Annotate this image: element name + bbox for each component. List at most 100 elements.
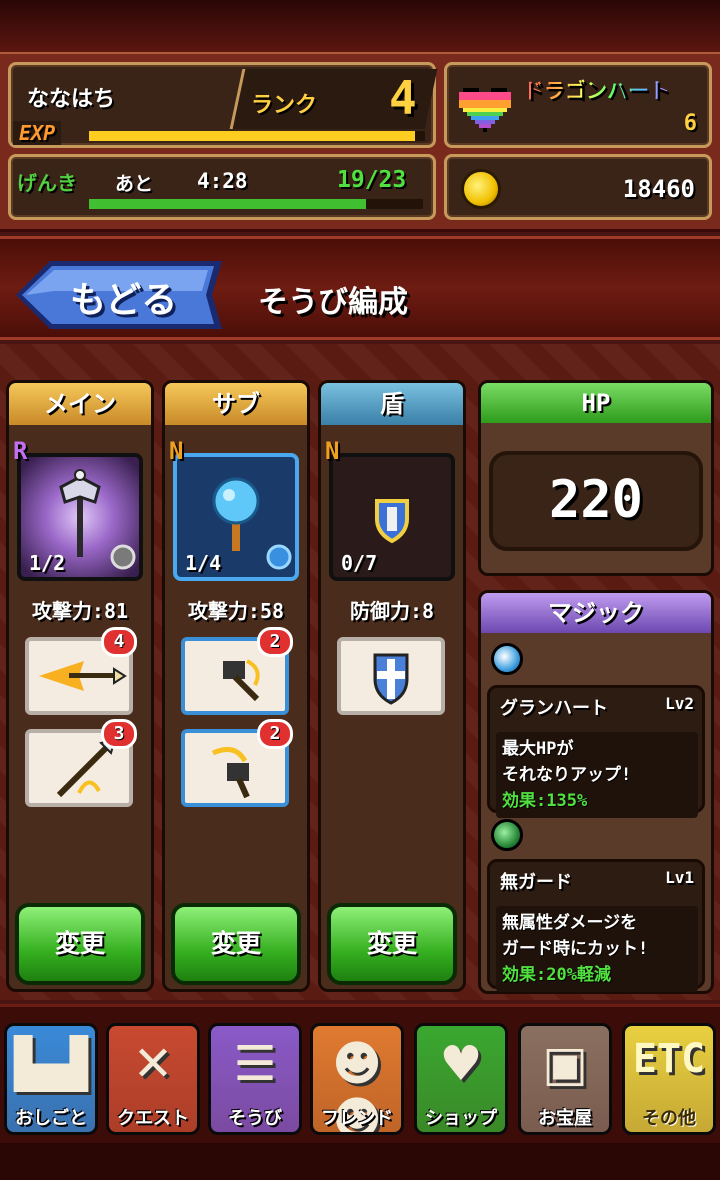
magic-card[interactable]: 無ガード Lv1 無属性ダメージを ガード時にカット! 効果:20%軽減	[487, 859, 705, 992]
exp-bar	[89, 131, 425, 141]
attack-stat: 攻撃力:58	[187, 599, 285, 623]
main-weapon-column: メイン R 1/2 攻撃力:81 4 3 変更	[6, 380, 154, 992]
nav-other[interactable]: ETC その他	[622, 1023, 716, 1135]
rank-label: ランク	[251, 93, 318, 118]
shield-skill-card[interactable]	[337, 637, 445, 715]
rainbow-heart-icon	[459, 88, 511, 132]
skill-card[interactable]: 4	[25, 627, 137, 715]
sub-weapon-column: サブ N 1/4 攻撃力:58 2 2 変更	[162, 380, 310, 992]
exp-label: EXP	[13, 121, 62, 145]
rarity-badge: N	[169, 437, 184, 465]
magic-desc-line: それなりアップ!	[502, 765, 632, 785]
hp-panel: HP 220	[478, 380, 714, 576]
swords-icon: ✕	[132, 1036, 174, 1092]
shield-slot[interactable]: 0/7	[329, 453, 455, 581]
magic-effect: 効果:20%軽減	[502, 965, 611, 985]
hp-label: HP	[481, 383, 711, 423]
magic-name: グランハート	[500, 698, 608, 719]
nav-bottom-strip	[0, 1143, 720, 1180]
sub-weapon-slot[interactable]: 1/4	[173, 453, 299, 581]
nav-label: フレンド	[321, 1108, 393, 1129]
magic-desc-line: ガード時にカット!	[502, 939, 649, 959]
column-title: メイン	[9, 383, 151, 425]
magic-level: Lv1	[665, 868, 694, 887]
column-title: サブ	[165, 383, 307, 425]
defense-stat: 防御力:8	[349, 599, 435, 623]
rank-value: 4	[389, 71, 417, 125]
dragon-heart-label: ドラゴンハート	[523, 75, 670, 105]
magic-description: 最大HPが それなりアップ! 効果:135%	[496, 732, 698, 818]
magic-effect: 効果:135%	[502, 791, 588, 811]
weapon-level: 1/4	[185, 551, 222, 575]
skill-card[interactable]: 2	[181, 627, 293, 715]
stamina-panel: げんき あと 4:28 19/23	[8, 154, 436, 220]
magic-name: 無ガード	[500, 872, 572, 893]
dragon-heart-count: 6	[683, 111, 697, 136]
nav-quest[interactable]: ✕ クエスト	[106, 1023, 200, 1135]
nav-equipment[interactable]: ☰ そうび	[208, 1023, 302, 1135]
nav-treasure[interactable]: ▣ お宝屋	[518, 1023, 612, 1135]
nav-jobs[interactable]: ▙▟ おしごと	[4, 1023, 98, 1135]
stamina-count: 19/23	[337, 167, 407, 193]
magic-desc-line: 無属性ダメージを	[502, 913, 638, 933]
player-name: ななはち	[27, 87, 116, 112]
change-main-button[interactable]: 変更	[15, 903, 145, 985]
skill-card[interactable]: 3	[25, 719, 137, 807]
skill-level-badge: 2	[257, 627, 293, 657]
column-title: 盾	[321, 383, 463, 425]
gold-panel: 18460	[444, 154, 712, 220]
stamina-remaining-label: あと	[115, 173, 154, 195]
magic-title: マジック	[481, 593, 711, 633]
magic-level: Lv2	[665, 694, 694, 713]
magic-orb-icon	[491, 643, 523, 675]
page-header: もどる そうび編成	[0, 236, 720, 340]
magic-card[interactable]: グランハート Lv2 最大HPが それなりアップ! 効果:135%	[487, 685, 705, 818]
nav-friends[interactable]: ☻☻ フレンド	[310, 1023, 404, 1135]
castle-icon: ▙▟	[14, 1036, 88, 1092]
change-shield-button[interactable]: 変更	[327, 903, 457, 985]
stamina-bar	[89, 199, 423, 209]
cross-shield-icon	[373, 653, 409, 705]
dragon-heart-panel[interactable]: ドラゴンハート 6	[444, 62, 712, 148]
chest-icon: ▣	[542, 1036, 588, 1092]
back-label: もどる	[70, 280, 178, 321]
skill-card[interactable]: 2	[181, 719, 293, 807]
nav-label: その他	[642, 1108, 696, 1129]
hp-value: 220	[489, 451, 703, 551]
bottom-nav: ▙▟ おしごと ✕ クエスト ☰ そうび ☻☻ フレンド ♥ ショップ ▣ お宝…	[0, 1004, 720, 1180]
weapon-level: 1/2	[29, 551, 66, 575]
stamina-fill	[89, 199, 367, 209]
main-weapon-slot[interactable]: 1/2	[17, 453, 143, 581]
shield-column: 盾 N 0/7 防御力:8 変更	[318, 380, 466, 992]
magic-description: 無属性ダメージを ガード時にカット! 効果:20%軽減	[496, 906, 698, 992]
back-button[interactable]: もどる	[16, 261, 222, 329]
shield-level: 0/7	[341, 551, 378, 575]
heart-icon: ♥	[439, 1036, 483, 1092]
gold-count: 18460	[622, 175, 695, 203]
equipment-area: メイン R 1/2 攻撃力:81 4 3 変更 サブ N 1/4 攻撃力:58 …	[0, 344, 720, 1000]
skill-level-badge: 4	[101, 627, 137, 657]
stamina-label: げんき	[17, 171, 77, 195]
rarity-badge: R	[13, 437, 28, 465]
nav-label: ショップ	[425, 1108, 497, 1129]
rarity-badge: N	[325, 437, 340, 465]
list-icon: ☰	[233, 1036, 277, 1092]
nav-label: お宝屋	[538, 1108, 592, 1129]
nav-label: そうび	[228, 1108, 282, 1129]
nav-label: クエスト	[117, 1108, 189, 1129]
magic-panel: マジック グランハート Lv2 最大HPが それなりアップ! 効果:135% 無…	[478, 590, 714, 994]
change-sub-button[interactable]: 変更	[171, 903, 301, 985]
page-title: そうび編成	[258, 285, 408, 320]
status-bar: ななはち ランク 4 EXP げんき あと 4:28 19/23 ドラゴンハート…	[0, 52, 720, 232]
attack-stat: 攻撃力:81	[31, 599, 129, 623]
magic-orb-icon	[491, 819, 523, 851]
nav-label: おしごと	[15, 1108, 87, 1129]
coin-icon	[461, 169, 501, 209]
etc-icon: ETC	[632, 1036, 706, 1082]
magic-desc-line: 最大HPが	[502, 739, 574, 759]
exp-fill	[89, 131, 415, 141]
nav-shop[interactable]: ♥ ショップ	[414, 1023, 508, 1135]
skill-level-badge: 3	[101, 719, 137, 749]
skill-level-badge: 2	[257, 719, 293, 749]
stamina-timer: 4:28	[197, 169, 248, 193]
